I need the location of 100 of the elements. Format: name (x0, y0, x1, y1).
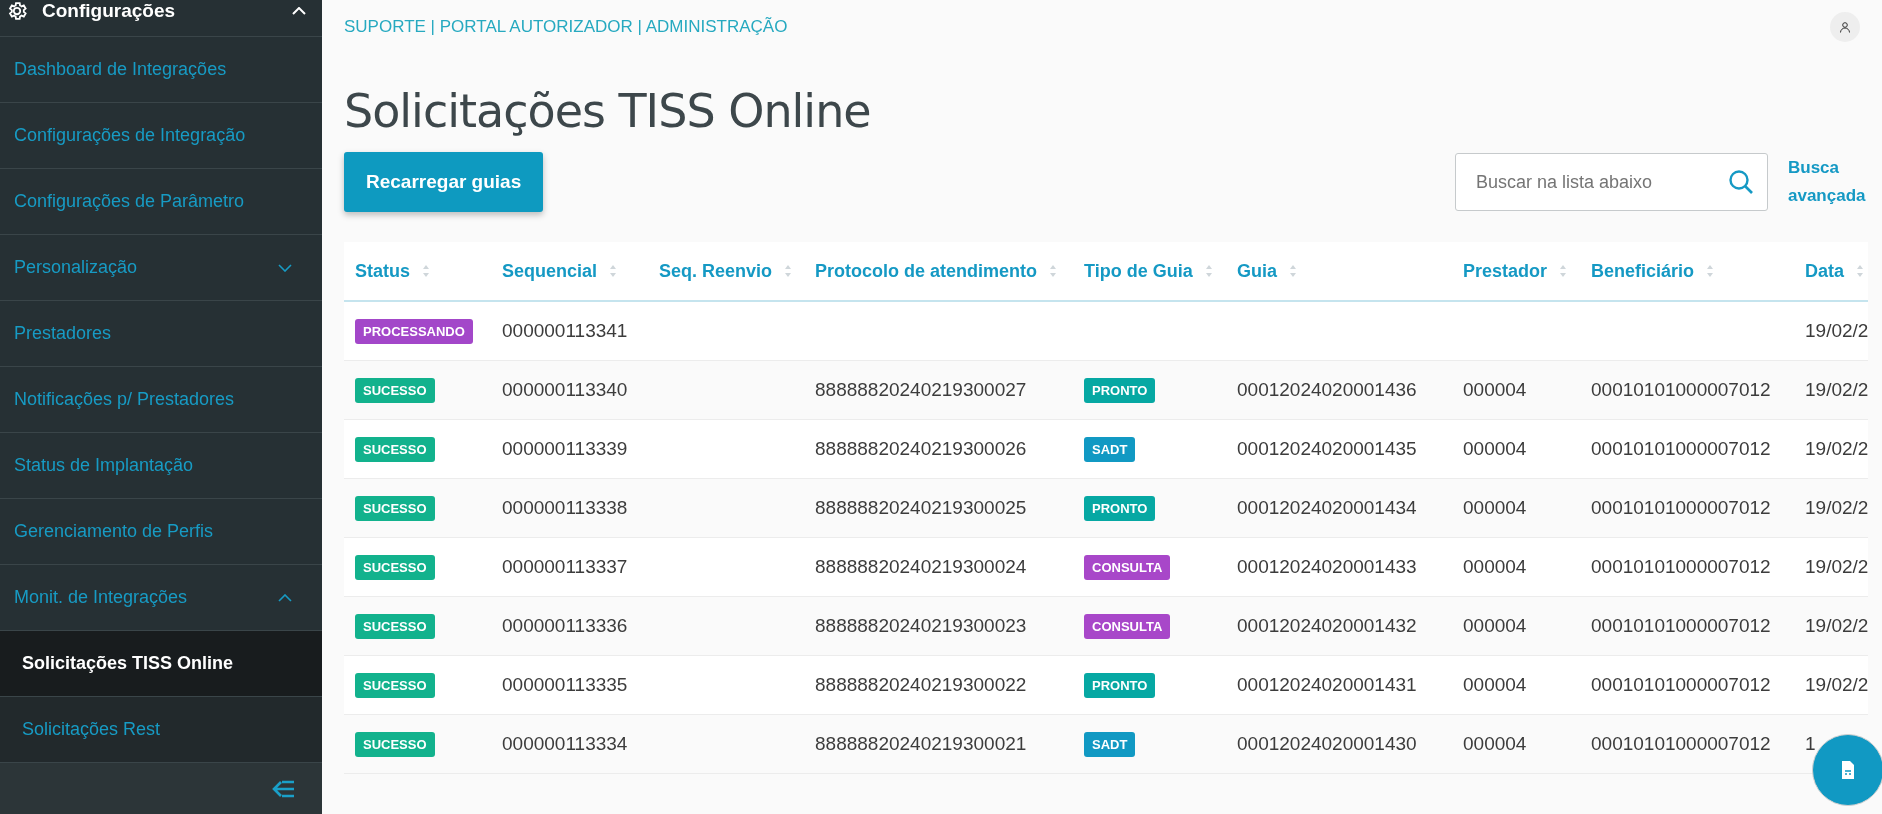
sidebar-subitem[interactable]: Solicitações TISS Online (0, 631, 322, 697)
sidebar-item[interactable]: Configurações de Integração (0, 103, 322, 169)
table-cell: 19/02/2 (1805, 556, 1868, 577)
type-tag: SADT (1084, 731, 1136, 757)
table-cell: 88888820240219300021 (815, 733, 1027, 754)
chevron-up-icon (292, 7, 306, 15)
sidebar-item[interactable]: Status de Implantação (0, 433, 322, 499)
breadcrumb[interactable]: SUPORTE | PORTAL AUTORIZADOR | ADMINISTRAÇÃO (344, 17, 788, 37)
table-cell: 00010101000007012 (1591, 674, 1771, 695)
sidebar-item[interactable]: Configurações de Parâmetro (0, 169, 322, 235)
status-tag: SUCESSO (355, 495, 435, 521)
column-header[interactable]: Sequencial (491, 242, 648, 301)
table-cell: 88888820240219300023 (815, 615, 1027, 636)
advanced-search-link[interactable]: Busca avançada (1788, 154, 1882, 210)
table-cell: 1 (1805, 733, 1816, 754)
chevron-up-icon (278, 593, 292, 602)
table-cell: 88888820240219300025 (815, 497, 1027, 518)
sidebar-item[interactable]: Personalização (0, 235, 322, 301)
reload-button[interactable]: Recarregar guias (344, 152, 544, 212)
column-header[interactable]: Prestador (1452, 242, 1580, 301)
sidebar-item[interactable]: Gerenciamento de Perfis (0, 499, 322, 565)
table-cell: 00012024020001432 (1237, 615, 1417, 636)
column-header[interactable]: Tipo de Guia (1073, 242, 1226, 301)
sidebar-header[interactable]: Configurações (0, 0, 322, 37)
type-tag: PRONTO (1084, 495, 1156, 521)
sort-icon[interactable] (1559, 264, 1568, 278)
table-cell: 000004 (1463, 497, 1527, 518)
table-cell: 000004 (1463, 674, 1527, 695)
status-tag: SUCESSO (355, 436, 435, 462)
table-cell: 19/02/2 (1805, 497, 1868, 518)
table-cell: 88888820240219300027 (815, 379, 1027, 400)
sort-icon[interactable] (609, 264, 618, 278)
table-cell: 19/02/2 (1805, 615, 1868, 636)
sort-icon[interactable] (1289, 264, 1297, 278)
table-cell: 00012024020001436 (1237, 379, 1417, 400)
table-cell: 00012024020001431 (1237, 674, 1417, 695)
table-cell: 000004 (1463, 438, 1527, 459)
table-cell: 00012024020001430 (1237, 733, 1417, 754)
page-title: Solicitações TISS Online (344, 84, 872, 138)
table-cell: 88888820240219300022 (815, 674, 1027, 695)
table-cell: 00010101000007012 (1591, 438, 1771, 459)
column-header[interactable]: Status (344, 242, 491, 301)
chevron-down-icon (278, 263, 292, 272)
table-cell: 000004 (1463, 615, 1527, 636)
collapse-icon[interactable] (272, 778, 296, 799)
table-cell: 000000113334 (502, 733, 628, 754)
table-cell: 19/02/2 (1805, 674, 1868, 695)
document-icon (1840, 760, 1856, 780)
sidebar-item[interactable]: Dashboard de Integrações (0, 37, 322, 103)
table-cell: 000004 (1463, 556, 1527, 577)
table-cell: 000000113341 (502, 320, 628, 341)
table-cell: 00012024020001434 (1237, 497, 1417, 518)
search-icon[interactable] (1728, 169, 1754, 195)
status-tag: SUCESSO (355, 672, 435, 698)
table-cell: 000000113336 (502, 615, 628, 636)
table-cell: 00010101000007012 (1591, 497, 1771, 518)
user-avatar[interactable] (1830, 12, 1860, 42)
table-cell: 000000113340 (502, 379, 628, 400)
column-header[interactable]: Seq. Reenvio (648, 242, 804, 301)
table-cell: 00012024020001433 (1237, 556, 1417, 577)
table-cell: 000000113335 (502, 674, 628, 695)
type-tag: CONSULTA (1084, 613, 1171, 639)
table-cell: 000004 (1463, 379, 1527, 400)
sidebar-title: Configurações (42, 0, 177, 22)
type-tag: CONSULTA (1084, 554, 1171, 580)
sort-icon[interactable] (1049, 264, 1057, 278)
table-cell: 00010101000007012 (1591, 556, 1771, 577)
column-header[interactable]: Protocolo de atendimento (804, 242, 1073, 301)
column-header[interactable]: Guia (1226, 242, 1452, 301)
sort-icon[interactable] (1856, 264, 1864, 278)
type-tag: PRONTO (1084, 672, 1156, 698)
status-tag: PROCESSANDO (355, 318, 473, 344)
sort-icon[interactable] (784, 264, 793, 278)
table-cell: 000004 (1463, 733, 1527, 754)
status-tag: SUCESSO (355, 613, 435, 639)
table-cell: 19/02/2 (1805, 320, 1868, 341)
sort-icon[interactable] (1706, 264, 1715, 278)
column-header[interactable]: Data (1794, 242, 1868, 301)
table-cell: 88888820240219300024 (815, 556, 1027, 577)
table-cell: 00012024020001435 (1237, 438, 1417, 459)
sidebar-item[interactable]: Prestadores (0, 301, 322, 367)
sidebar-subitem[interactable]: Solicitações Rest (0, 697, 322, 763)
status-tag: SUCESSO (355, 377, 435, 403)
column-header[interactable]: Beneficiário (1580, 242, 1794, 301)
table-cell: 000000113339 (502, 438, 628, 459)
table-cell: 19/02/2 (1805, 379, 1868, 400)
type-tag: SADT (1084, 436, 1136, 462)
table-cell: 000000113337 (502, 556, 628, 577)
sidebar-item[interactable]: Notificações p/ Prestadores (0, 367, 322, 433)
type-tag: PRONTO (1084, 377, 1156, 403)
status-tag: SUCESSO (355, 731, 435, 757)
table-cell: 000000113338 (502, 497, 628, 518)
sort-icon[interactable] (1204, 264, 1213, 278)
status-tag: SUCESSO (355, 554, 435, 580)
table-cell: 00010101000007012 (1591, 733, 1771, 754)
table-cell: 00010101000007012 (1591, 615, 1771, 636)
table-cell: 19/02/2 (1805, 438, 1868, 459)
gear-icon (6, 0, 28, 22)
sort-icon[interactable] (422, 264, 430, 278)
search-field[interactable]: Buscar na lista abaixo (1455, 153, 1768, 211)
